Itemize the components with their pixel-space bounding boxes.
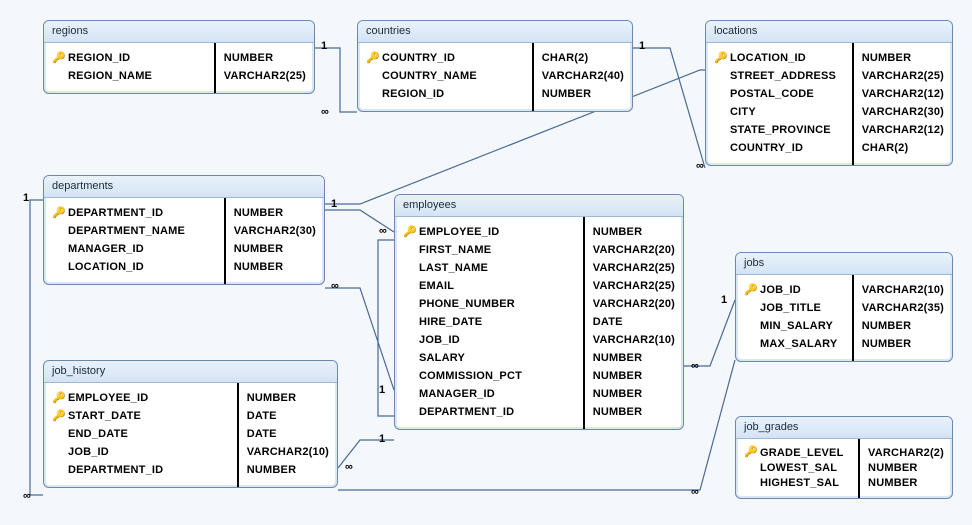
column-types: NUMBER VARCHAR2(25): [214, 43, 314, 93]
pk-icon: 🔑: [52, 53, 66, 64]
table-title: countries: [358, 21, 632, 43]
pk-icon: 🔑: [52, 411, 66, 422]
table-employees[interactable]: employees 🔑EMPLOYEE_ID FIRST_NAME LAST_N…: [394, 194, 684, 430]
cardinality-label: ∞: [378, 225, 388, 237]
cardinality-label: 1: [330, 198, 338, 210]
table-regions[interactable]: regions 🔑REGION_ID REGION_NAME NUMBER VA…: [43, 20, 315, 94]
table-title: employees: [395, 195, 683, 217]
table-title: locations: [706, 21, 952, 43]
column-types: VARCHAR2(2) NUMBER NUMBER: [858, 439, 952, 498]
column-names: 🔑EMPLOYEE_ID FIRST_NAME LAST_NAME EMAIL …: [395, 217, 583, 429]
cardinality-label: ∞: [690, 360, 700, 372]
column-types: CHAR(2) VARCHAR2(40) NUMBER: [532, 43, 632, 111]
pk-icon: 🔑: [714, 53, 728, 64]
column-types: NUMBER VARCHAR2(30) NUMBER NUMBER: [224, 198, 324, 284]
column-names: 🔑EMPLOYEE_ID 🔑START_DATE END_DATE JOB_ID…: [44, 383, 237, 487]
cardinality-label: ∞: [22, 490, 32, 502]
cardinality-label: 1: [720, 294, 728, 306]
table-job-grades[interactable]: job_grades 🔑GRADE_LEVEL LOWEST_SAL HIGHE…: [735, 416, 953, 499]
pk-icon: 🔑: [52, 208, 66, 219]
column-types: NUMBER VARCHAR2(20) VARCHAR2(25) VARCHAR…: [583, 217, 683, 429]
er-diagram-canvas: regions 🔑REGION_ID REGION_NAME NUMBER VA…: [0, 0, 972, 525]
cardinality-label: ∞: [690, 486, 700, 498]
pk-icon: 🔑: [744, 447, 758, 458]
column-names: 🔑GRADE_LEVEL LOWEST_SAL HIGHEST_SAL: [736, 439, 858, 498]
cardinality-label: 1: [638, 40, 646, 52]
table-title: job_history: [44, 361, 337, 383]
column-names: 🔑COUNTRY_ID COUNTRY_NAME REGION_ID: [358, 43, 532, 111]
table-title: job_grades: [736, 417, 952, 439]
column-types: NUMBER DATE DATE VARCHAR2(10) NUMBER: [237, 383, 337, 487]
cardinality-label: ∞: [330, 280, 340, 292]
table-locations[interactable]: locations 🔑LOCATION_ID STREET_ADDRESS PO…: [705, 20, 953, 166]
cardinality-label: ∞: [695, 160, 705, 172]
table-title: departments: [44, 176, 324, 198]
table-countries[interactable]: countries 🔑COUNTRY_ID COUNTRY_NAME REGIO…: [357, 20, 633, 112]
table-departments[interactable]: departments 🔑DEPARTMENT_ID DEPARTMENT_NA…: [43, 175, 325, 285]
cardinality-label: ∞: [344, 461, 354, 473]
cardinality-label: ∞: [320, 106, 330, 118]
table-title: jobs: [736, 253, 952, 275]
table-jobs[interactable]: jobs 🔑JOB_ID JOB_TITLE MIN_SALARY MAX_SA…: [735, 252, 953, 362]
cardinality-label: 1: [378, 384, 386, 396]
table-title: regions: [44, 21, 314, 43]
column-types: VARCHAR2(10) VARCHAR2(35) NUMBER NUMBER: [852, 275, 952, 361]
column-types: NUMBER VARCHAR2(25) VARCHAR2(12) VARCHAR…: [852, 43, 952, 165]
column-names: 🔑LOCATION_ID STREET_ADDRESS POSTAL_CODE …: [706, 43, 852, 165]
cardinality-label: 1: [378, 433, 386, 445]
column-names: 🔑REGION_ID REGION_NAME: [44, 43, 214, 93]
cardinality-label: 1: [22, 192, 30, 204]
column-names: 🔑JOB_ID JOB_TITLE MIN_SALARY MAX_SALARY: [736, 275, 852, 361]
table-job-history[interactable]: job_history 🔑EMPLOYEE_ID 🔑START_DATE END…: [43, 360, 338, 488]
pk-icon: 🔑: [366, 53, 380, 64]
cardinality-label: 1: [320, 40, 328, 52]
column-names: 🔑DEPARTMENT_ID DEPARTMENT_NAME MANAGER_I…: [44, 198, 224, 284]
pk-icon: 🔑: [403, 227, 417, 238]
pk-icon: 🔑: [744, 285, 758, 296]
pk-icon: 🔑: [52, 393, 66, 404]
